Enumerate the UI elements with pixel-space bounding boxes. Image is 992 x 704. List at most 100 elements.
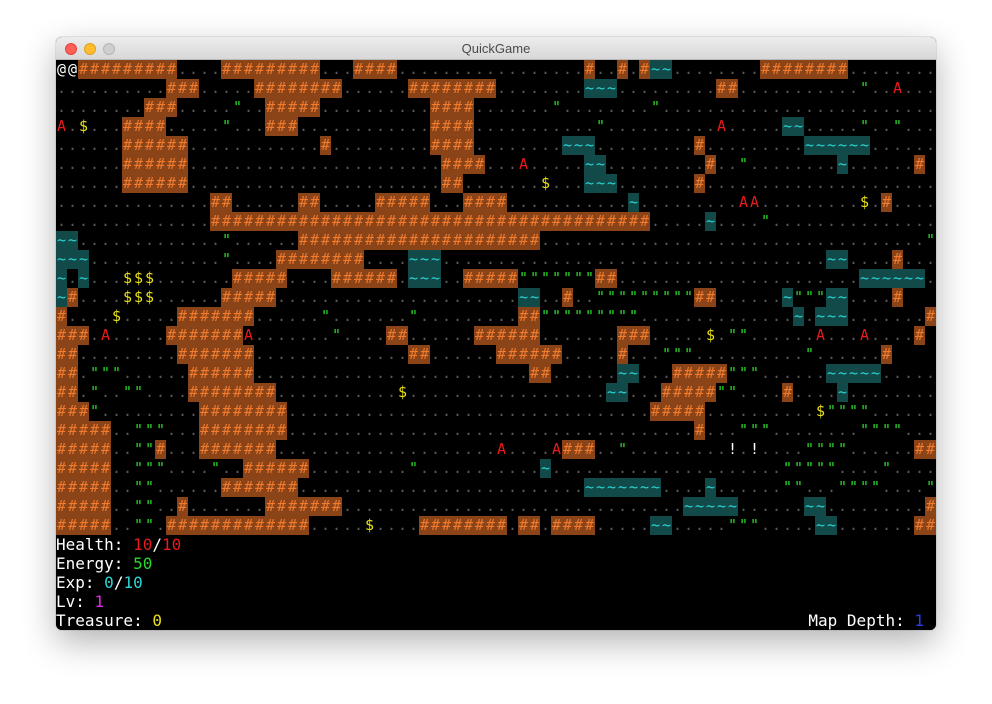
floor-tile: . xyxy=(134,402,143,420)
floor-tile: . xyxy=(398,421,407,439)
floor-tile: . xyxy=(387,155,396,173)
wall-tile: # xyxy=(200,345,209,363)
floor-tile: . xyxy=(783,364,792,382)
floor-tile: . xyxy=(739,307,748,325)
wall-tile: # xyxy=(233,307,242,325)
floor-tile: . xyxy=(409,402,418,420)
enemy-tile: A xyxy=(717,117,726,135)
floor-tile: . xyxy=(464,459,473,477)
floor-tile: . xyxy=(871,60,880,78)
floor-tile: . xyxy=(409,288,418,306)
wall-tile: # xyxy=(277,79,286,97)
floor-tile: . xyxy=(354,136,363,154)
wall-tile: # xyxy=(211,440,220,458)
floor-tile: . xyxy=(387,478,396,496)
water-tile: ~ xyxy=(816,136,825,154)
floor-tile: . xyxy=(497,136,506,154)
floor-tile: . xyxy=(376,307,385,325)
floor-tile: . xyxy=(90,136,99,154)
floor-tile: . xyxy=(904,383,913,401)
floor-tile: . xyxy=(695,478,704,496)
floor-tile: . xyxy=(68,79,77,97)
floor-tile: . xyxy=(717,60,726,78)
water-tile: ~ xyxy=(541,459,550,477)
floor-tile: . xyxy=(838,212,847,230)
floor-tile: . xyxy=(574,155,583,173)
grass-tile: " xyxy=(728,364,737,382)
floor-tile: . xyxy=(398,155,407,173)
grass-tile: " xyxy=(233,98,242,116)
floor-tile: . xyxy=(717,402,726,420)
grass-tile: " xyxy=(156,421,165,439)
wall-tile: # xyxy=(695,364,704,382)
grass-tile: " xyxy=(783,478,792,496)
floor-tile: . xyxy=(574,193,583,211)
floor-tile: . xyxy=(112,193,121,211)
wall-tile: # xyxy=(156,174,165,192)
grass-tile: " xyxy=(145,516,154,534)
floor-tile: . xyxy=(508,250,517,268)
floor-tile: . xyxy=(211,231,220,249)
floor-tile: . xyxy=(893,402,902,420)
floor-tile: . xyxy=(838,421,847,439)
wall-tile: # xyxy=(277,269,286,287)
grass-tile: " xyxy=(717,383,726,401)
grass-tile: " xyxy=(882,459,891,477)
floor-tile: . xyxy=(189,402,198,420)
floor-tile: . xyxy=(750,231,759,249)
floor-tile: . xyxy=(772,288,781,306)
floor-tile: . xyxy=(915,364,924,382)
floor-tile: . xyxy=(332,478,341,496)
wall-tile: # xyxy=(277,459,286,477)
wall-tile: # xyxy=(222,516,231,534)
floor-tile: . xyxy=(244,79,253,97)
floor-tile: . xyxy=(266,250,275,268)
water-tile: ~ xyxy=(409,250,418,268)
floor-tile: . xyxy=(629,155,638,173)
wall-tile: # xyxy=(519,212,528,230)
floor-tile: . xyxy=(640,79,649,97)
wall-tile: # xyxy=(673,383,682,401)
floor-tile: . xyxy=(288,440,297,458)
floor-tile: . xyxy=(695,60,704,78)
dungeon-map[interactable]: @ @ # # # # # # # # #.... # # # # # # # # #... # # # #.........… xyxy=(56,60,936,535)
wall-tile: # xyxy=(310,79,319,97)
floor-tile: . xyxy=(442,421,451,439)
floor-tile: . xyxy=(255,497,264,515)
floor-tile: . xyxy=(772,79,781,97)
floor-tile: . xyxy=(134,212,143,230)
floor-tile: . xyxy=(871,231,880,249)
wall-tile: # xyxy=(244,383,253,401)
floor-tile: . xyxy=(101,117,110,135)
wall-tile: # xyxy=(387,212,396,230)
wall-tile: # xyxy=(299,60,308,78)
wall-tile: # xyxy=(585,516,594,534)
floor-tile: . xyxy=(299,440,308,458)
floor-tile: . xyxy=(750,402,759,420)
floor-tile: . xyxy=(112,269,121,287)
health-current: 10 xyxy=(133,535,153,554)
wall-tile: # xyxy=(222,383,231,401)
wall-tile: # xyxy=(167,60,176,78)
floor-tile: . xyxy=(332,155,341,173)
floor-tile: . xyxy=(574,250,583,268)
floor-tile: . xyxy=(211,497,220,515)
wall-tile: # xyxy=(508,345,517,363)
floor-tile: . xyxy=(508,459,517,477)
floor-tile: . xyxy=(442,307,451,325)
wall-tile: # xyxy=(475,79,484,97)
wall-tile: # xyxy=(266,212,275,230)
floor-tile: . xyxy=(717,307,726,325)
water-tile: ~ xyxy=(57,269,66,287)
floor-tile: . xyxy=(761,174,770,192)
floor-tile: . xyxy=(244,136,253,154)
floor-tile: . xyxy=(365,193,374,211)
floor-tile: . xyxy=(200,98,209,116)
grass-tile: " xyxy=(926,231,935,249)
wall-tile: # xyxy=(266,98,275,116)
floor-tile: . xyxy=(178,421,187,439)
floor-tile: . xyxy=(299,307,308,325)
wall-tile: # xyxy=(233,402,242,420)
grass-tile: " xyxy=(552,98,561,116)
floor-tile: . xyxy=(827,269,836,287)
